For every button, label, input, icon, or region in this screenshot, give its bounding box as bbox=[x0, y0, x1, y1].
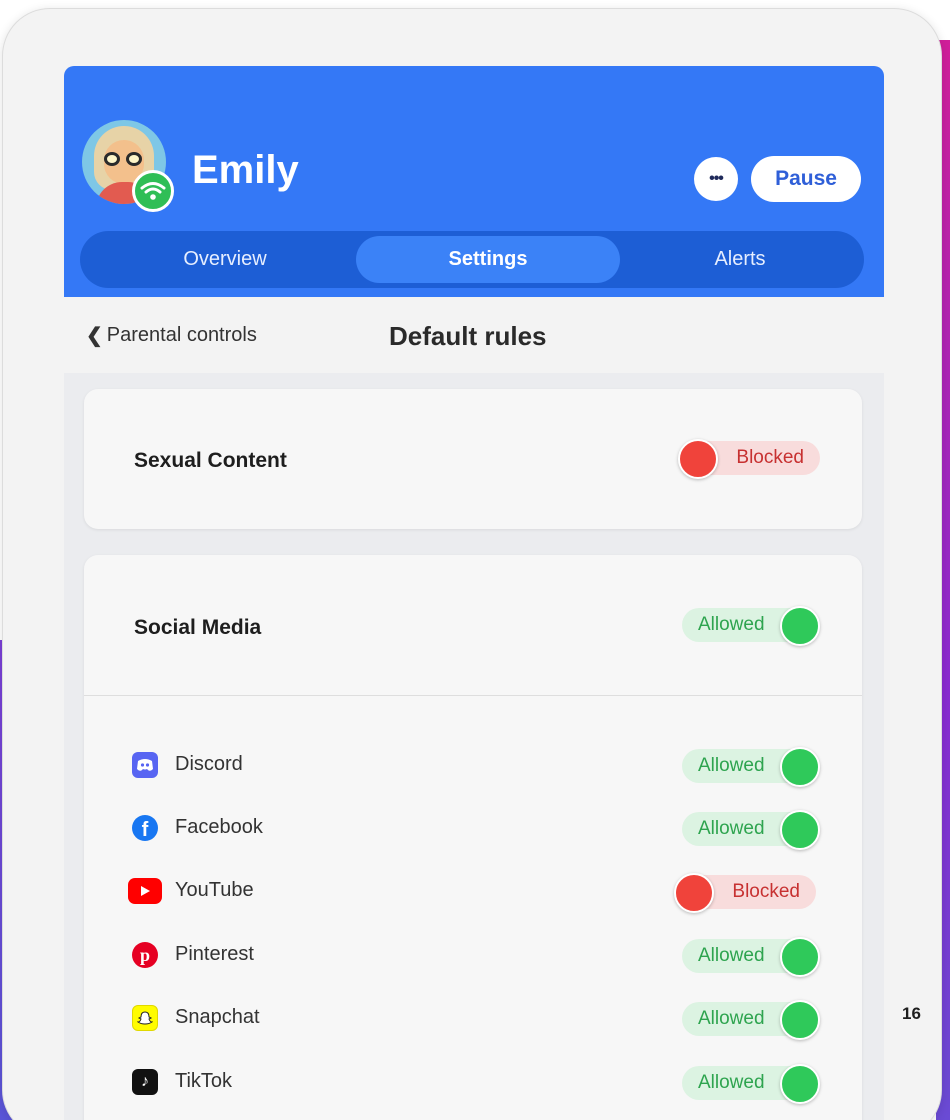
toggle-label: Allowed bbox=[698, 1008, 765, 1029]
app-name: Discord bbox=[175, 753, 243, 775]
back-link[interactable]: ❮ Parental controls bbox=[86, 323, 257, 348]
tab-settings[interactable]: Settings bbox=[356, 236, 620, 283]
app-name: TikTok bbox=[175, 1070, 233, 1092]
app-row-snapchat: Snapchat Allowed bbox=[84, 998, 862, 1040]
toggle-label: Allowed bbox=[698, 614, 765, 635]
app-name: Pinterest bbox=[175, 943, 254, 965]
divider bbox=[84, 695, 862, 696]
tab-bar: Overview Settings Alerts bbox=[80, 231, 864, 288]
facebook-toggle[interactable]: Allowed bbox=[682, 810, 820, 850]
page-number: 16 bbox=[902, 1004, 921, 1023]
category-title: Social Media bbox=[134, 616, 262, 639]
snapchat-icon bbox=[132, 1005, 158, 1031]
toggle-label: Allowed bbox=[698, 1072, 765, 1093]
profile-name: Emily bbox=[192, 148, 299, 192]
toggle-label: Allowed bbox=[698, 818, 765, 839]
sexual-content-toggle[interactable]: Blocked bbox=[678, 439, 820, 479]
app-name: Facebook bbox=[175, 816, 263, 838]
pinterest-icon: p bbox=[132, 942, 158, 968]
youtube-icon bbox=[128, 878, 162, 904]
category-card-sexual-content: Sexual Content Blocked bbox=[84, 389, 862, 529]
more-options-button[interactable]: ••• bbox=[694, 157, 738, 201]
back-link-label: Parental controls bbox=[106, 324, 257, 346]
toggle-label: Blocked bbox=[732, 881, 800, 902]
pause-button[interactable]: Pause bbox=[751, 156, 861, 202]
tab-overview[interactable]: Overview bbox=[100, 236, 350, 283]
toggle-label: Allowed bbox=[698, 945, 765, 966]
pinterest-toggle[interactable]: Allowed bbox=[682, 937, 820, 977]
category-title: Sexual Content bbox=[134, 449, 287, 472]
youtube-toggle[interactable]: Blocked bbox=[674, 873, 816, 913]
discord-toggle[interactable]: Allowed bbox=[682, 747, 820, 787]
category-card-social-media: Social Media Allowed Discord Allowed f F bbox=[84, 555, 862, 1120]
app-screen: Emily ••• Pause Overview Settings Alerts… bbox=[64, 66, 884, 1120]
tiktok-toggle[interactable]: Allowed bbox=[682, 1064, 820, 1104]
profile-header: Emily ••• Pause Overview Settings Alerts bbox=[64, 66, 884, 297]
tiktok-icon: ♪ bbox=[132, 1069, 158, 1095]
page-title: Default rules bbox=[389, 321, 547, 351]
tab-alerts[interactable]: Alerts bbox=[626, 236, 854, 283]
app-name: Snapchat bbox=[175, 1006, 260, 1028]
app-name: YouTube bbox=[175, 879, 254, 901]
wifi-icon bbox=[132, 170, 174, 212]
facebook-icon: f bbox=[132, 815, 158, 841]
app-row-pinterest: p Pinterest Allowed bbox=[84, 935, 862, 977]
toggle-label: Blocked bbox=[736, 447, 804, 468]
social-media-toggle[interactable]: Allowed bbox=[682, 606, 820, 646]
toggle-label: Allowed bbox=[698, 755, 765, 776]
app-row-tiktok: ♪ TikTok Allowed bbox=[84, 1062, 862, 1104]
chevron-left-icon: ❮ bbox=[86, 325, 103, 347]
snapchat-toggle[interactable]: Allowed bbox=[682, 1000, 820, 1040]
app-row-youtube: YouTube Blocked bbox=[84, 871, 862, 913]
discord-icon bbox=[132, 752, 158, 778]
subheader: ❮ Parental controls Default rules bbox=[64, 297, 884, 373]
app-row-facebook: f Facebook Allowed bbox=[84, 808, 862, 850]
app-row-discord: Discord Allowed bbox=[84, 745, 862, 787]
